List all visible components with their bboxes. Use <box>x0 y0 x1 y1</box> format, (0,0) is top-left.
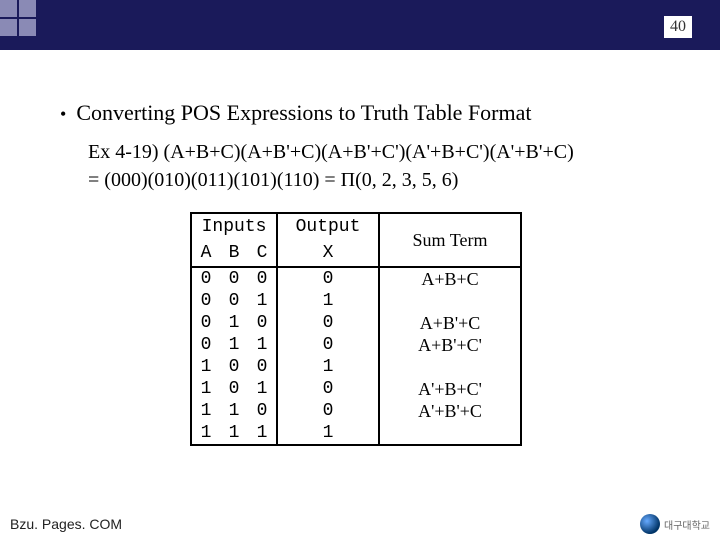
output-cell: 1 <box>277 422 379 445</box>
col-a-header: A <box>192 240 220 266</box>
corner-decoration <box>0 0 36 36</box>
inputs-cell: 100 <box>191 356 277 378</box>
truth-table: Inputs A B C Output X <box>190 212 522 446</box>
table-row: 1010A'+B+C' <box>191 378 521 400</box>
output-cell: 0 <box>277 378 379 400</box>
sum-term-cell <box>379 290 521 312</box>
logo-text: 대구대학교 <box>664 517 710 532</box>
university-logo: 대구대학교 <box>640 514 710 534</box>
sum-term-cell: A'+B'+C <box>379 400 521 422</box>
example-block: Ex 4-19) (A+B+C)(A+B'+C)(A+B'+C')(A'+B+C… <box>88 138 700 194</box>
table-row: 1001 <box>191 356 521 378</box>
sum-term-cell <box>379 422 521 445</box>
output-cell: 0 <box>277 312 379 334</box>
header-bar <box>0 0 720 50</box>
inputs-cell: 000 <box>191 267 277 290</box>
table-row: 0000A+B+C <box>191 267 521 290</box>
table-row: 1111 <box>191 422 521 445</box>
inputs-header: Inputs <box>192 214 276 240</box>
sum-term-cell <box>379 356 521 378</box>
bullet-icon: • <box>60 105 66 123</box>
sum-term-header: Sum Term <box>413 230 488 250</box>
inputs-cell: 110 <box>191 400 277 422</box>
sum-term-cell: A+B'+C' <box>379 334 521 356</box>
output-cell: 1 <box>277 290 379 312</box>
output-cell: 0 <box>277 267 379 290</box>
inputs-cell: 010 <box>191 312 277 334</box>
sum-term-cell: A+B+C <box>379 267 521 290</box>
page-number: 40 <box>664 16 692 38</box>
col-b-header: B <box>220 240 248 266</box>
truth-table-wrap: Inputs A B C Output X <box>190 212 700 446</box>
sum-term-cell: A+B'+C <box>379 312 521 334</box>
col-c-header: C <box>248 240 276 266</box>
inputs-cell: 101 <box>191 378 277 400</box>
example-line-1: Ex 4-19) (A+B+C)(A+B'+C)(A+B'+C')(A'+B+C… <box>88 138 700 166</box>
inputs-cell: 001 <box>191 290 277 312</box>
slide-content: • Converting POS Expressions to Truth Ta… <box>60 100 700 446</box>
inputs-cell: 011 <box>191 334 277 356</box>
globe-icon <box>640 514 660 534</box>
table-row: 1100A'+B'+C <box>191 400 521 422</box>
table-row: 0100A+B'+C <box>191 312 521 334</box>
output-cell: 0 <box>277 400 379 422</box>
output-header: Output <box>278 214 378 240</box>
inputs-cell: 111 <box>191 422 277 445</box>
title-row: • Converting POS Expressions to Truth Ta… <box>60 100 700 126</box>
example-line-2: = (000)(010)(011)(101)(110) = Π(0, 2, 3,… <box>88 166 700 194</box>
footer-text: Bzu. Pages. COM <box>10 516 122 532</box>
col-x-header: X <box>278 240 378 266</box>
output-cell: 1 <box>277 356 379 378</box>
sum-term-cell: A'+B+C' <box>379 378 521 400</box>
slide-title: Converting POS Expressions to Truth Tabl… <box>76 100 531 126</box>
table-row: 0011 <box>191 290 521 312</box>
output-cell: 0 <box>277 334 379 356</box>
table-row: 0110A+B'+C' <box>191 334 521 356</box>
